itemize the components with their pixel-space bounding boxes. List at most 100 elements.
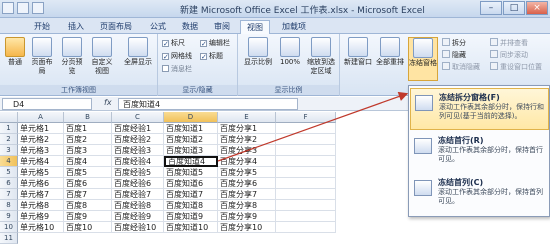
grid-cell[interactable]: 单元格3 — [18, 145, 64, 156]
name-box[interactable]: D4 — [2, 98, 92, 110]
grid-cell[interactable]: 百度经验8 — [112, 200, 164, 211]
grid-cell[interactable]: 百度知道5 — [164, 167, 218, 178]
grid-cell[interactable]: 百度分享4 — [218, 156, 276, 167]
fx-icon[interactable]: fx — [104, 98, 112, 107]
custom-views-button[interactable]: 自定义视图 — [90, 37, 114, 76]
grid-cell[interactable] — [276, 134, 336, 145]
message-bar-checkbox[interactable]: 消息栏 — [162, 64, 192, 74]
zoom-to-selection-button[interactable]: 缩放到选定区域 — [306, 37, 336, 76]
grid-cell[interactable]: 单元格1 — [18, 123, 64, 134]
grid-cell[interactable]: 百度知道7 — [164, 189, 218, 200]
row-header[interactable]: 2 — [0, 134, 18, 145]
hide-button[interactable]: 隐藏 — [442, 50, 466, 60]
formula-bar-checkbox[interactable]: ✓ 编辑栏 — [200, 38, 230, 48]
grid-cell[interactable]: 百度经验2 — [112, 134, 164, 145]
grid-cell[interactable]: 百度知道1 — [164, 123, 218, 134]
full-screen-button[interactable]: 全屏显示 — [122, 37, 154, 67]
grid-cell[interactable]: 百度分享7 — [218, 189, 276, 200]
grid-cell[interactable]: 百度8 — [64, 200, 112, 211]
column-header[interactable]: C — [112, 112, 164, 123]
column-header[interactable]: E — [218, 112, 276, 123]
grid-cell[interactable]: 百度分享8 — [218, 200, 276, 211]
grid-cell[interactable]: 百度分享5 — [218, 167, 276, 178]
grid-cell[interactable]: 百度分享1 — [218, 123, 276, 134]
grid-cell[interactable]: 百度分享6 — [218, 178, 276, 189]
reset-window-position-button[interactable]: 重设窗口位置 — [490, 62, 542, 72]
menu-item-freeze-panes[interactable]: 冻结拆分窗格(F) 滚动工作表其余部分时，保持行和列可见(基于当前的选择)。 — [410, 88, 549, 130]
row-header[interactable]: 6 — [0, 178, 18, 189]
grid-cell[interactable]: 单元格7 — [18, 189, 64, 200]
grid-cell[interactable]: 单元格5 — [18, 167, 64, 178]
grid-cell[interactable]: 百度经验7 — [112, 189, 164, 200]
grid-cell[interactable]: 百度知道2 — [164, 134, 218, 145]
grid-cell[interactable] — [276, 156, 336, 167]
menu-item-freeze-top-row[interactable]: 冻结首行(R) 滚动工作表其余部分时，保持首行可见。 — [410, 132, 549, 174]
grid-cell[interactable]: 单元格2 — [18, 134, 64, 145]
menu-item-freeze-first-column[interactable]: 冻结首列(C) 滚动工作表其余部分时，保持首列可见。 — [410, 174, 549, 216]
grid-cell[interactable]: 百度10 — [64, 222, 112, 233]
row-header[interactable]: 4 — [0, 156, 18, 167]
grid-cell[interactable]: 百度1 — [64, 123, 112, 134]
grid-cell[interactable]: 百度知道3 — [164, 145, 218, 156]
grid-cell[interactable]: 百度知道10 — [164, 222, 218, 233]
grid-cell[interactable]: 百度经验5 — [112, 167, 164, 178]
grid-cell[interactable] — [276, 200, 336, 211]
column-header[interactable]: F — [276, 112, 336, 123]
tab-formulas[interactable]: 公式 — [144, 20, 172, 34]
grid-cell[interactable]: 单元格10 — [18, 222, 64, 233]
grid-cell[interactable]: 百度知道6 — [164, 178, 218, 189]
minimize-button[interactable]: – — [480, 1, 502, 15]
row-header[interactable]: 11 — [0, 233, 18, 244]
split-button[interactable]: 拆分 — [442, 38, 466, 48]
unhide-button[interactable]: 取消隐藏 — [442, 62, 480, 72]
tab-review[interactable]: 审阅 — [208, 20, 236, 34]
row-header[interactable]: 7 — [0, 189, 18, 200]
headings-checkbox[interactable]: ✓ 标题 — [200, 51, 223, 61]
freeze-panes-button[interactable]: 冻结窗格 — [408, 37, 438, 81]
grid-cell[interactable]: 百度分享3 — [218, 145, 276, 156]
grid-cell[interactable]: 百度5 — [64, 167, 112, 178]
grid-cell[interactable] — [276, 145, 336, 156]
grid-cell[interactable] — [276, 211, 336, 222]
page-layout-view-button[interactable]: 页面布局 — [30, 37, 54, 76]
save-icon[interactable] — [17, 2, 29, 14]
view-side-by-side-button[interactable]: 并排查看 — [490, 38, 528, 48]
row-header[interactable]: 3 — [0, 145, 18, 156]
grid-cell[interactable]: 单元格6 — [18, 178, 64, 189]
row-header[interactable]: 1 — [0, 123, 18, 134]
grid-cell[interactable] — [276, 178, 336, 189]
grid-cell[interactable]: 百度经验10 — [112, 222, 164, 233]
page-break-preview-button[interactable]: 分页预览 — [60, 37, 84, 76]
grid-cell[interactable]: 百度经验6 — [112, 178, 164, 189]
zoom-button[interactable]: 显示比例 — [243, 37, 273, 67]
grid-cell[interactable]: 单元格9 — [18, 211, 64, 222]
new-window-button[interactable]: 新建窗口 — [344, 37, 372, 67]
grid-cell[interactable]: 百度7 — [64, 189, 112, 200]
grid-cell[interactable]: 百度分享9 — [218, 211, 276, 222]
grid-cell[interactable] — [276, 189, 336, 200]
normal-view-button[interactable]: 普通 — [3, 37, 27, 67]
tab-insert[interactable]: 插入 — [62, 20, 90, 34]
tab-home[interactable]: 开始 — [28, 20, 56, 34]
grid-cell[interactable]: 单元格8 — [18, 200, 64, 211]
grid-cell[interactable] — [276, 222, 336, 233]
grid-cell[interactable]: 百度6 — [64, 178, 112, 189]
grid-cell[interactable]: 百度3 — [64, 145, 112, 156]
sync-scroll-button[interactable]: 同步滚动 — [490, 50, 528, 60]
grid-cell[interactable]: 百度经验3 — [112, 145, 164, 156]
grid-cell[interactable]: 百度4 — [64, 156, 112, 167]
grid-cell[interactable]: 百度2 — [64, 134, 112, 145]
grid-cell[interactable]: 百度经验1 — [112, 123, 164, 134]
grid-cell[interactable]: 百度经验9 — [112, 211, 164, 222]
column-header[interactable]: D — [164, 112, 218, 123]
undo-icon[interactable] — [32, 2, 44, 14]
grid-cell[interactable]: 百度9 — [64, 211, 112, 222]
ruler-checkbox[interactable]: ✓ 标尺 — [162, 38, 185, 48]
tab-addins[interactable]: 加载项 — [276, 20, 312, 34]
select-all-corner[interactable] — [0, 112, 18, 123]
grid-cell[interactable]: 百度分享10 — [218, 222, 276, 233]
zoom-100-button[interactable]: 100% — [278, 37, 302, 67]
tab-page-layout[interactable]: 页面布局 — [94, 20, 138, 34]
maximize-button[interactable]: □ — [503, 1, 525, 15]
office-button-icon[interactable] — [2, 2, 14, 14]
